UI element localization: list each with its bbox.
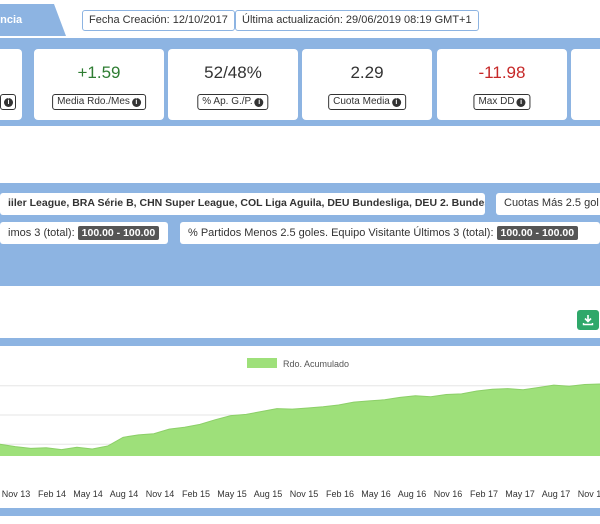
stat-label-max-dd: Max DD i bbox=[473, 94, 531, 110]
legend-swatch[interactable] bbox=[247, 358, 277, 368]
section-tab-label: encia bbox=[0, 14, 23, 26]
chart-band-top bbox=[0, 338, 600, 346]
range-local: 100.00 - 100.00 bbox=[77, 226, 160, 240]
stat-card-avg-odds: 2.29 Cuota Media i bbox=[302, 49, 432, 120]
info-icon[interactable]: i bbox=[516, 98, 526, 107]
stat-value-max-dd: -11.98 bbox=[478, 63, 526, 82]
x-tick-label: Aug 16 bbox=[398, 489, 427, 499]
filter-local-goals[interactable]: imos 3 (total): 100.00 - 100.00 bbox=[0, 222, 168, 244]
last-update: Última actualización: 29/06/2019 08:19 G… bbox=[235, 10, 479, 31]
x-tick-label: Feb 15 bbox=[182, 489, 210, 499]
stat-label-partial: i bbox=[0, 94, 16, 110]
stat-label-hit-rate: % Ap. G./P. i bbox=[197, 94, 269, 110]
info-icon[interactable]: i bbox=[131, 98, 141, 107]
download-icon bbox=[582, 315, 594, 326]
x-tick-label: Aug 14 bbox=[110, 489, 139, 499]
x-tick-label: Feb 16 bbox=[326, 489, 354, 499]
cumulative-result-chart: Rdo. Acumulado Nov 13 Feb 14 May 14 Aug 14 No… bbox=[0, 358, 600, 499]
area-series bbox=[0, 384, 600, 456]
stat-value-hit-rate: 52/48% bbox=[204, 63, 262, 82]
filter-cuotas[interactable]: Cuotas Más 2.5 gol bbox=[496, 193, 600, 215]
x-tick-label: Nov 15 bbox=[290, 489, 319, 499]
stat-card-next bbox=[571, 49, 600, 120]
legend-label: Rdo. Acumulado bbox=[283, 359, 349, 369]
x-tick-label: May 15 bbox=[217, 489, 247, 499]
stat-card-max-dd: -11.98 Max DD i bbox=[437, 49, 567, 120]
info-icon[interactable]: i bbox=[4, 98, 13, 107]
stat-value-avg-monthly: +1.59 bbox=[77, 63, 121, 82]
info-icon[interactable]: i bbox=[254, 98, 264, 107]
stat-label-avg-odds: Cuota Media i bbox=[328, 94, 406, 110]
x-tick-label: Nov 16 bbox=[434, 489, 463, 499]
stat-card-hit-rate: 52/48% % Ap. G./P. i bbox=[168, 49, 298, 120]
x-tick-label: Feb 17 bbox=[470, 489, 498, 499]
range-visitor: 100.00 - 100.00 bbox=[496, 226, 579, 240]
download-button[interactable] bbox=[577, 310, 599, 330]
x-tick-label: Nov 14 bbox=[146, 489, 175, 499]
x-tick-label: May 16 bbox=[361, 489, 391, 499]
chart-band-bottom bbox=[0, 508, 600, 516]
filter-visitor-goals[interactable]: % Partidos Menos 2.5 goles. Equipo Visit… bbox=[180, 222, 600, 244]
x-tick-label: May 14 bbox=[73, 489, 103, 499]
info-icon[interactable]: i bbox=[391, 98, 401, 107]
filter-leagues[interactable]: iiler League, BRA Série B, CHN Super Lea… bbox=[0, 193, 485, 215]
stat-card-partial: i bbox=[0, 49, 22, 120]
x-tick-label: Nov 13 bbox=[2, 489, 31, 499]
x-tick-label: May 17 bbox=[505, 489, 535, 499]
section-tab[interactable]: encia bbox=[0, 4, 66, 36]
stat-card-avg-monthly: +1.59 Media Rdo./Mes i bbox=[34, 49, 164, 120]
x-tick-label: Nov 17 bbox=[578, 489, 600, 499]
stat-label-avg-monthly: Media Rdo./Mes i bbox=[52, 94, 146, 110]
x-tick-label: Feb 14 bbox=[38, 489, 66, 499]
stat-value-avg-odds: 2.29 bbox=[350, 63, 384, 82]
x-tick-label: Aug 15 bbox=[254, 489, 283, 499]
creation-date: Fecha Creación: 12/10/2017 bbox=[82, 10, 235, 31]
x-tick-label: Aug 17 bbox=[542, 489, 571, 499]
